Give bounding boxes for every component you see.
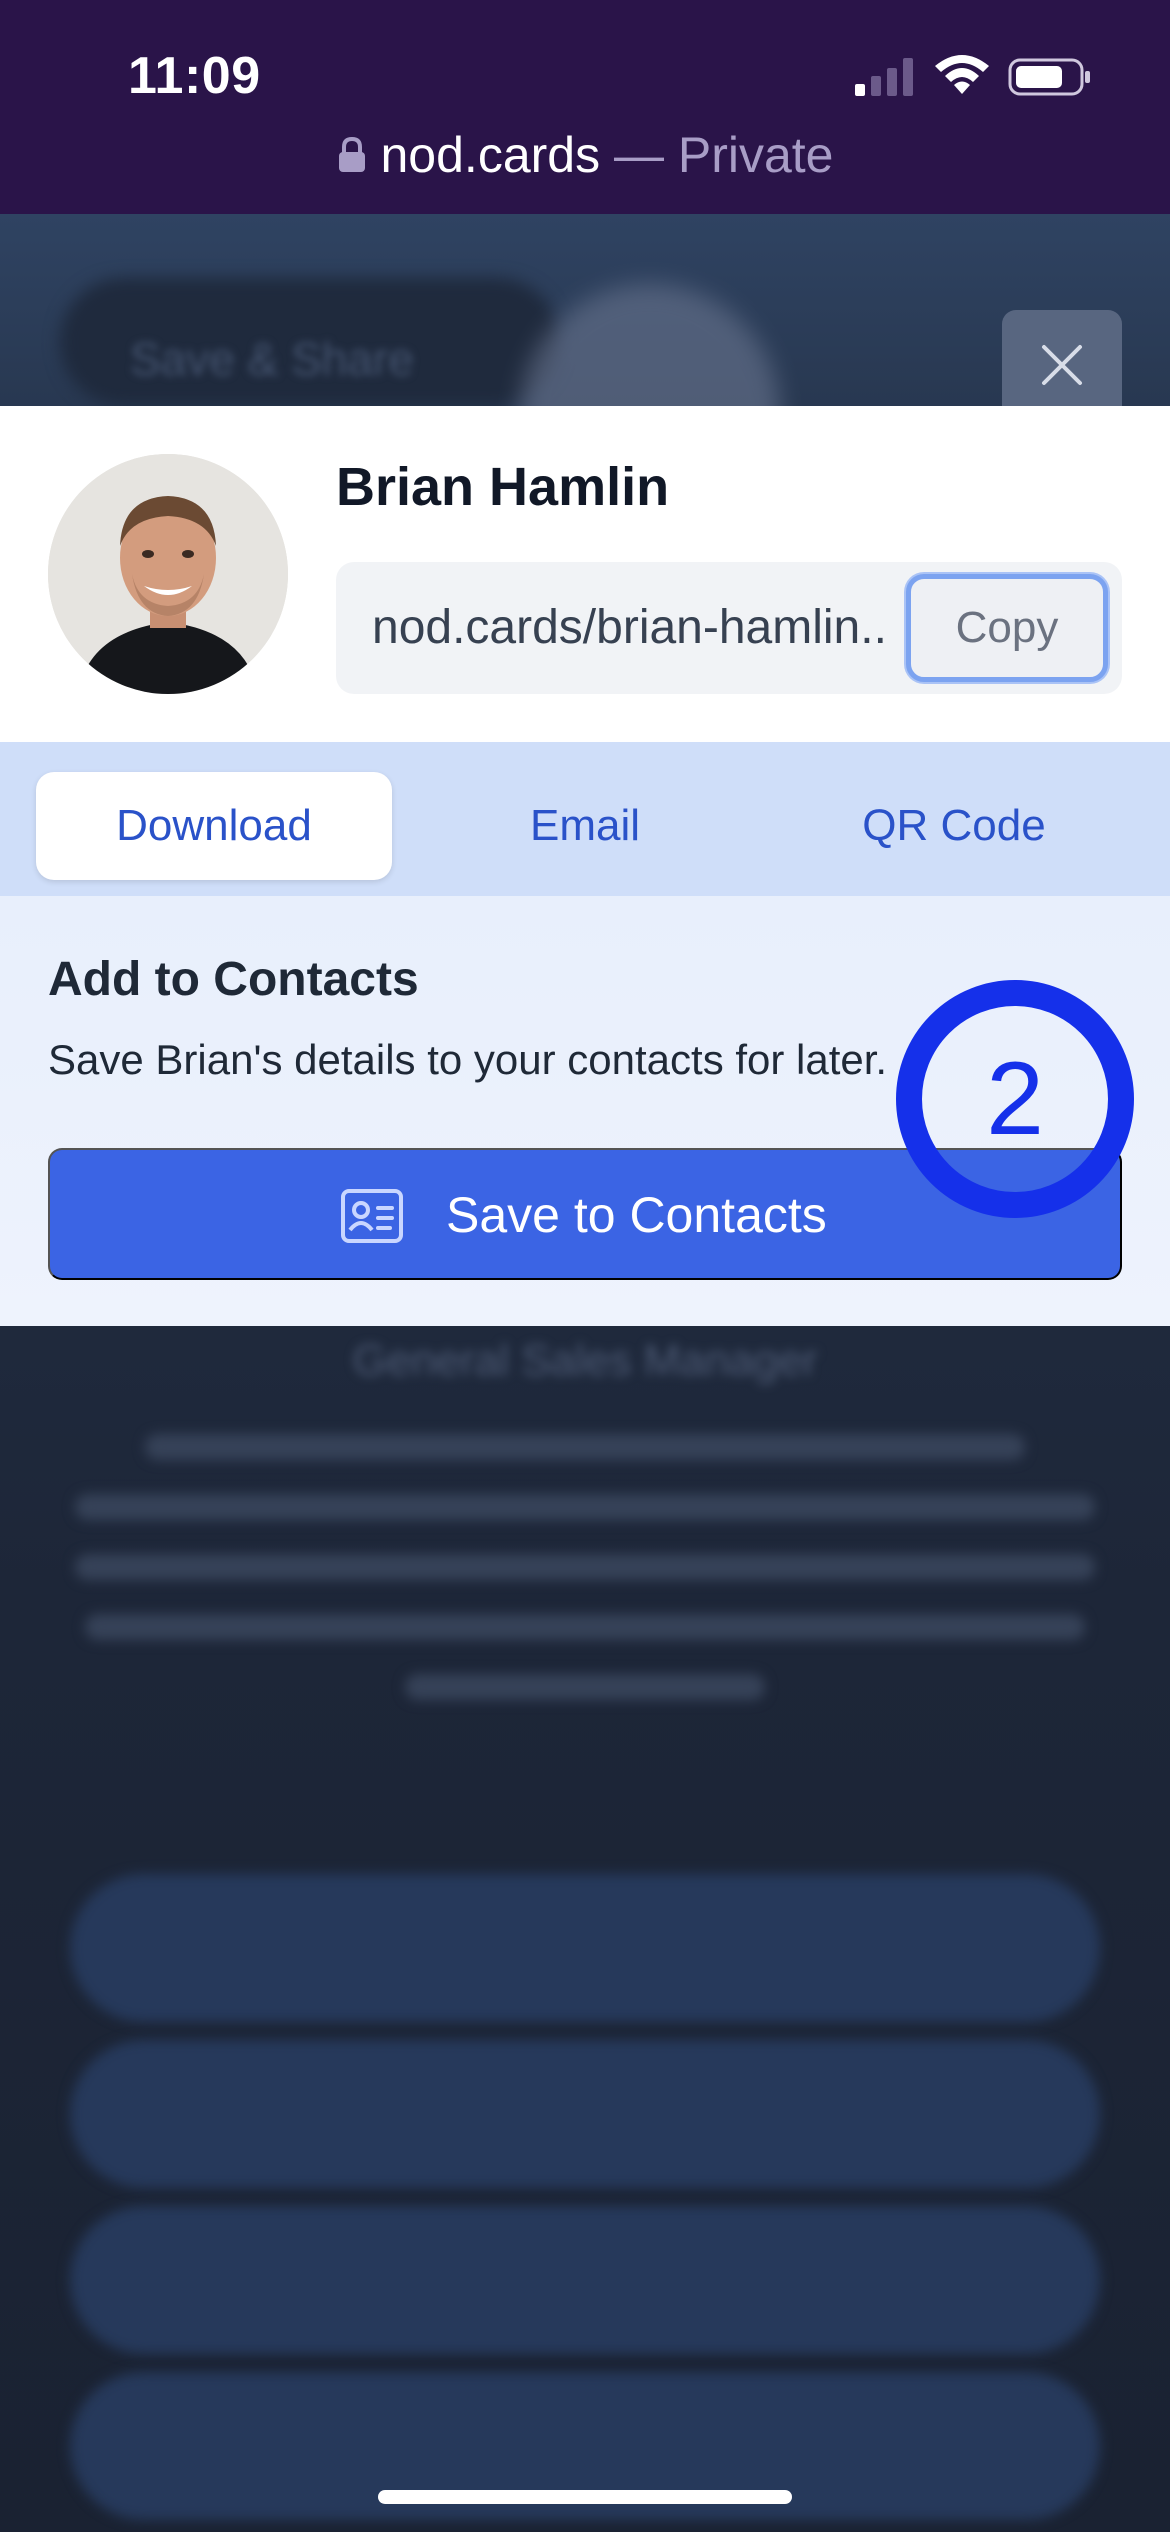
home-indicator[interactable]	[378, 2490, 792, 2504]
lock-icon	[338, 136, 365, 172]
step-marker: 2	[896, 980, 1134, 1218]
tab-qr-code[interactable]: QR Code	[776, 772, 1132, 880]
panel-description: Save Brian's details to your contacts fo…	[48, 1036, 888, 1083]
share-link-text: nod.cards/brian-hamlin..	[372, 601, 887, 654]
background-action-button	[70, 2206, 1100, 2354]
share-link-field[interactable]: nod.cards/brian-hamlin.. Copy	[336, 562, 1122, 694]
background-action-button	[70, 2040, 1100, 2188]
private-label: — Private	[600, 127, 834, 183]
profile-header: Brian Hamlin nod.cards/brian-hamlin.. Co…	[0, 406, 1170, 742]
close-icon	[1042, 345, 1082, 385]
background-subtitle: General Sales Manager	[352, 1336, 818, 1385]
share-tabs: Download Email QR Code	[0, 742, 1170, 896]
status-time: 11:09	[128, 47, 261, 105]
url-bar[interactable]: nod.cards — Private	[0, 126, 1170, 190]
browser-status-bar: 11:09 nod.cards — Private	[0, 0, 1170, 214]
tab-download[interactable]: Download	[36, 772, 392, 880]
step-marker-number: 2	[986, 1041, 1044, 1157]
save-share-label: Save & Share	[130, 333, 414, 385]
contact-card-icon	[341, 1189, 403, 1243]
close-button[interactable]	[1002, 310, 1122, 420]
avatar	[48, 454, 288, 694]
copy-link-button[interactable]: Copy	[906, 574, 1108, 682]
save-to-contacts-label: Save to Contacts	[446, 1187, 827, 1243]
wifi-icon	[935, 55, 989, 94]
url-domain: nod.cards	[380, 127, 601, 183]
tab-email[interactable]: Email	[407, 772, 763, 880]
panel-title: Add to Contacts	[48, 953, 419, 1006]
background-paragraph	[70, 1434, 1100, 1700]
battery-icon	[1008, 58, 1090, 96]
signal-icon	[855, 58, 913, 96]
background-action-button	[70, 1874, 1100, 2022]
contact-name: Brian Hamlin	[336, 457, 670, 517]
